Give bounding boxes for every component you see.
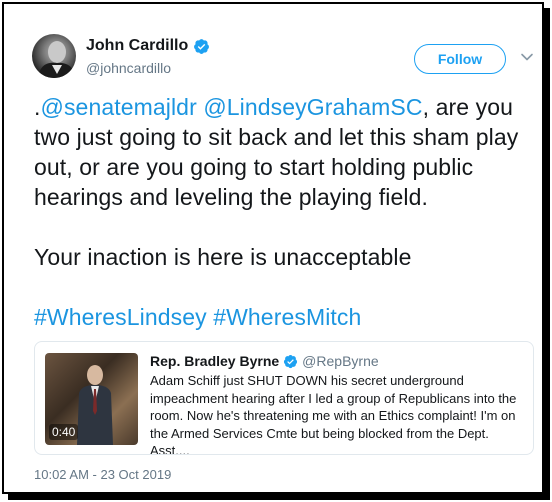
tweet-hashtags: #WheresLindsey #WheresMitch [34, 302, 540, 332]
quoted-tweet-card[interactable]: 0:40 Rep. Bradley Byrne @RepByrne Adam S… [34, 341, 534, 455]
verified-badge-icon [194, 38, 210, 54]
hashtag-wheresmitch-link[interactable]: #WheresMitch [213, 304, 361, 330]
tweet-body: .@senatemajldr @LindseyGrahamSC, are you… [34, 92, 540, 362]
quoted-tweet-text: Adam Schiff just SHUT DOWN his secret un… [150, 373, 517, 455]
quoted-author-handle: @RepByrne [302, 353, 379, 369]
author-name[interactable]: John Cardillo [86, 37, 188, 55]
mention-senatemajldr-link[interactable]: @senatemajldr [41, 94, 197, 120]
quoted-video-thumbnail[interactable]: 0:40 [45, 353, 138, 445]
video-duration: 0:40 [49, 424, 79, 440]
mention-lindseygrahamsc-link[interactable]: @LindseyGrahamSC [203, 94, 422, 120]
tweet-paragraph-1: .@senatemajldr @LindseyGrahamSC, are you… [34, 92, 540, 212]
chevron-down-icon[interactable] [520, 50, 534, 64]
author-handle[interactable]: @johncardillo [86, 60, 171, 76]
video-person-silhouette [77, 365, 113, 445]
follow-button[interactable]: Follow [414, 44, 506, 74]
tweet-paragraph-2: Your inaction is here is unacceptable [34, 244, 412, 270]
author-name-row: John Cardillo [86, 37, 210, 55]
quoted-verified-badge-icon [284, 354, 298, 368]
author-avatar[interactable] [32, 34, 76, 78]
quoted-author-row: Rep. Bradley Byrne @RepByrne [150, 353, 379, 369]
hashtag-whereslindsey-link[interactable]: #WheresLindsey [34, 304, 207, 330]
quoted-author-name: Rep. Bradley Byrne [150, 353, 280, 369]
tweet-card: John Cardillo @johncardillo Follow .@sen… [2, 2, 544, 494]
avatar-photo [38, 41, 76, 78]
tweet-timestamp[interactable]: 10:02 AM - 23 Oct 2019 [34, 467, 171, 482]
